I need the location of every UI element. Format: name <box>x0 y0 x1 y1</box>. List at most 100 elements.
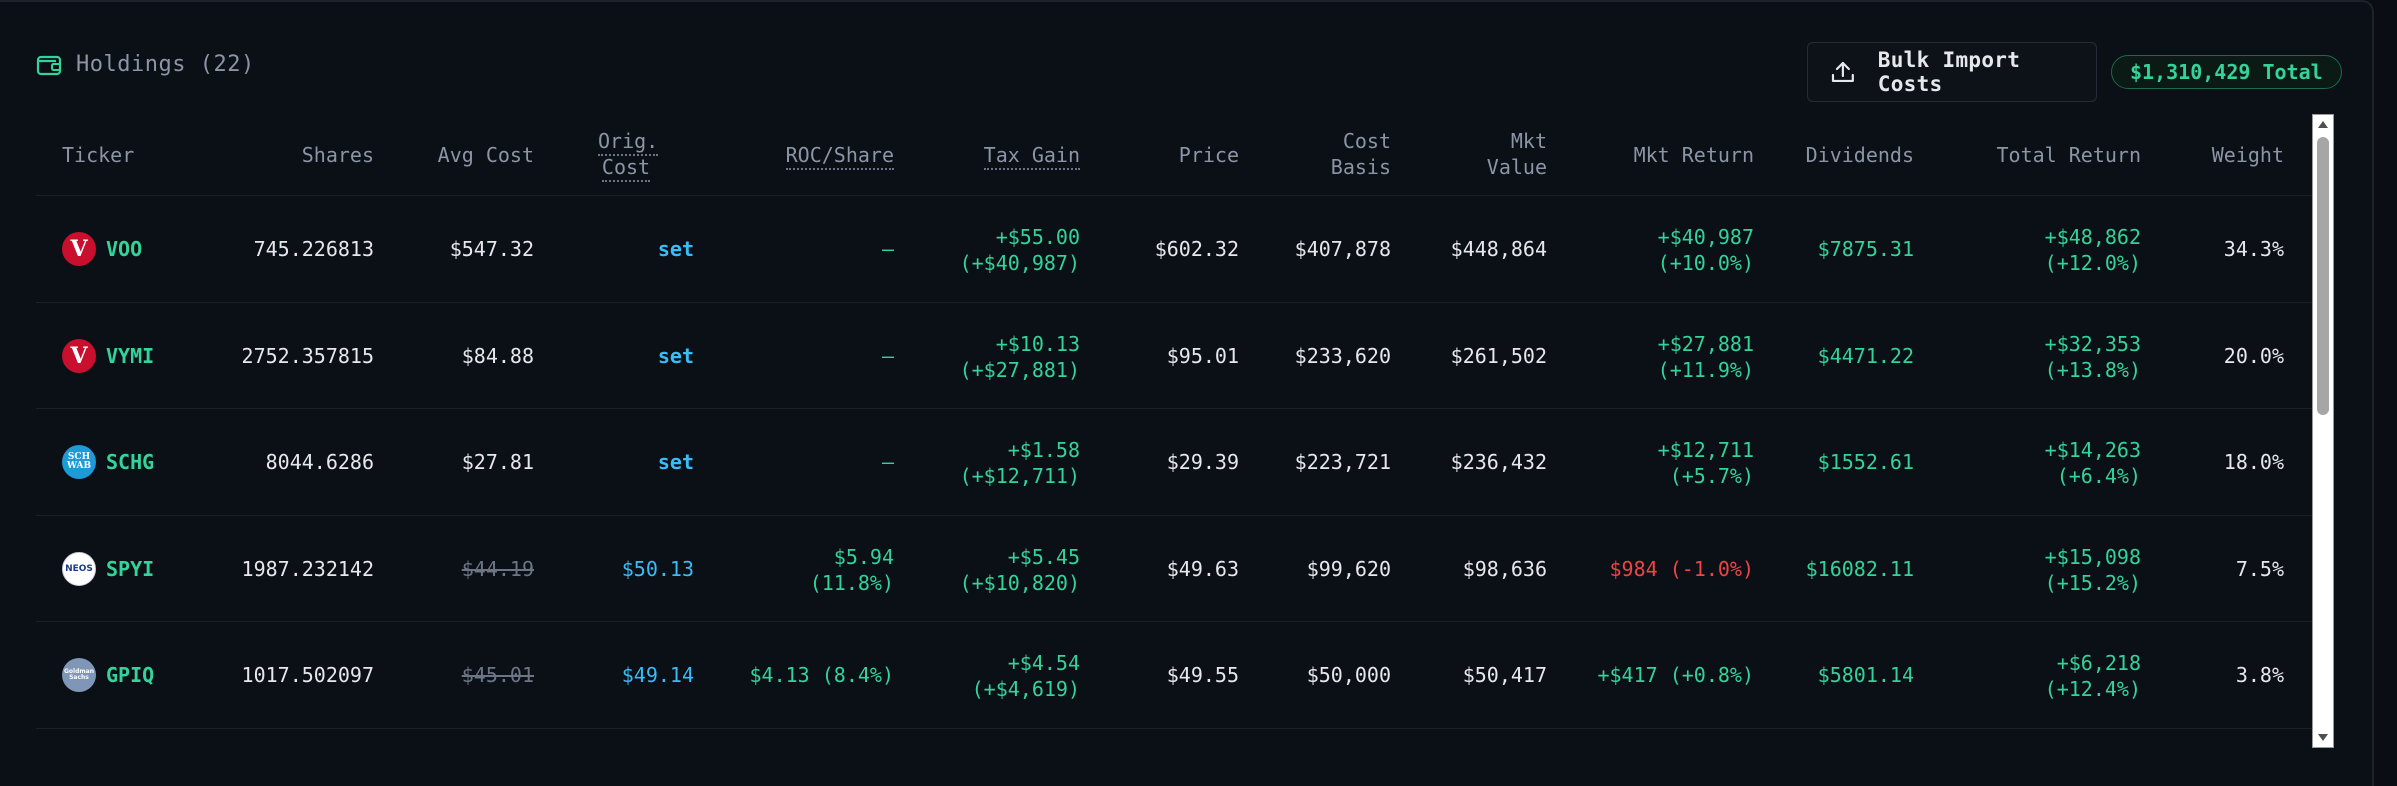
total-return-value: +$48,862 (+12.0%) <box>2045 224 2141 276</box>
cost-basis-value: $407,878 <box>1294 237 1391 261</box>
roc-share-value: — <box>882 343 894 369</box>
orig-cost-value[interactable]: set <box>658 236 694 262</box>
ticker-symbol[interactable]: GPIQ <box>106 663 154 687</box>
tax-gain-value: +$55.00 (+$40,987) <box>960 224 1080 276</box>
total-return-percent: (+12.0%) <box>2044 251 2141 275</box>
vertical-scrollbar[interactable] <box>2312 114 2334 748</box>
mkt-return-amount: +$12,711 <box>1657 438 1754 462</box>
ticker-cell[interactable]: V VOO <box>62 232 142 266</box>
price-value: $49.55 <box>1166 663 1239 687</box>
orig-cost-value[interactable]: set <box>658 449 694 475</box>
mkt-return-amount: +$27,881 <box>1657 331 1754 356</box>
mkt-return-value: +$12,711 (+5.7%) <box>1658 437 1754 489</box>
shares-value: 2752.357815 <box>241 343 374 368</box>
price-value: $29.39 <box>1166 450 1239 474</box>
tax-gain-per-share: +$1.58 <box>1007 438 1080 462</box>
roc-amount: — <box>881 450 894 474</box>
tax-gain-per-share: +$55.00 <box>995 225 1080 249</box>
mkt-return-amount: +$40,987 <box>1657 225 1754 249</box>
total-return-amount: +$15,098 <box>2044 544 2141 569</box>
total-return-percent: (+6.4%) <box>2056 464 2141 488</box>
bulk-import-costs-button[interactable]: Bulk Import Costs <box>1807 42 2097 102</box>
total-return-value: +$6,218 (+12.4%) <box>2045 650 2141 702</box>
table-row[interactable]: V VYMI 2752.357815 $84.88 set — +$10.13 … <box>36 303 2316 409</box>
dividends-value: $4471.22 <box>1817 343 1914 368</box>
mkt-value-value: $448,864 <box>1450 237 1547 261</box>
col-roc-share[interactable]: ROC/Share <box>785 142 894 170</box>
mkt-return-value: +$40,987 (+10.0%) <box>1658 224 1754 276</box>
mkt-return-amount: $984 (-1.0%) <box>1609 556 1755 581</box>
scroll-up-arrow-icon[interactable] <box>2313 115 2333 133</box>
total-value-badge: $1,310,429 Total <box>2111 55 2342 89</box>
goldman-logo-icon: Goldman Sachs <box>62 658 96 692</box>
tax-gain-value: +$5.45 (+$10,820) <box>960 544 1080 596</box>
cost-basis-value: $233,620 <box>1294 343 1391 368</box>
ticker-cell[interactable]: Goldman Sachs GPIQ <box>62 658 154 692</box>
col-dividends[interactable]: Dividends <box>1806 142 1914 168</box>
col-mkt-return[interactable]: Mkt Return <box>1634 142 1754 168</box>
cost-basis-value: $99,620 <box>1306 556 1391 581</box>
col-avg-cost[interactable]: Avg Cost <box>438 142 534 168</box>
price-value: $95.01 <box>1166 343 1239 368</box>
roc-amount: — <box>881 237 894 261</box>
col-ticker[interactable]: Ticker <box>62 142 134 168</box>
total-return-amount: +$32,353 <box>2044 331 2141 356</box>
scrollbar-thumb[interactable] <box>2317 137 2329 415</box>
col-mkt-value[interactable]: Mkt Value <box>1487 128 1547 180</box>
col-price[interactable]: Price <box>1179 142 1239 168</box>
ticker-cell[interactable]: SCH WAB SCHG <box>62 445 154 479</box>
bulk-import-label: Bulk Import Costs <box>1877 48 2021 96</box>
orig-cost-value[interactable]: $49.14 <box>622 662 694 688</box>
col-cost-basis-line1: Cost <box>1342 129 1391 153</box>
price-value: $602.32 <box>1154 237 1239 261</box>
ticker-cell[interactable]: V VYMI <box>62 338 154 373</box>
shares-value: 745.226813 <box>253 237 374 261</box>
schwab-logo-icon: SCH WAB <box>62 445 96 479</box>
col-orig-cost[interactable]: Orig. Cost <box>598 128 659 182</box>
mkt-return-value: $984 (-1.0%) <box>1610 556 1755 582</box>
price-value: $49.63 <box>1166 556 1239 581</box>
weight-value: 18.0% <box>2223 450 2284 474</box>
holdings-panel: Holdings (22) Bulk Import Costs $1,310,4… <box>0 0 2374 786</box>
ticker-symbol[interactable]: VYMI <box>106 344 154 368</box>
col-mkt-value-line1: Mkt <box>1510 129 1547 153</box>
col-weight[interactable]: Weight <box>2212 142 2284 168</box>
weight-value: 20.0% <box>2223 343 2284 368</box>
tax-gain-total: (+$10,820) <box>959 570 1080 595</box>
avg-cost-value: $44.19 <box>461 556 534 581</box>
table-row[interactable]: V VOO 745.226813 $547.32 set — +$55.00 (… <box>36 196 2316 303</box>
ticker-cell[interactable]: NEOS SPYI <box>62 551 154 586</box>
table-row[interactable]: Goldman Sachs GPIQ 1017.502097 $45.01 $4… <box>36 622 2316 729</box>
dividends-value: $16082.11 <box>1805 556 1914 581</box>
scroll-down-arrow-icon[interactable] <box>2313 729 2333 747</box>
orig-cost-value[interactable]: set <box>658 343 694 369</box>
shares-value: 8044.6286 <box>265 450 374 474</box>
ticker-symbol[interactable]: SPYI <box>106 557 154 581</box>
col-shares[interactable]: Shares <box>302 142 374 168</box>
mkt-value-value: $261,502 <box>1450 343 1547 368</box>
tax-gain-per-share: +$10.13 <box>995 331 1080 356</box>
holdings-title: Holdings (22) <box>76 52 255 77</box>
shares-value: 1017.502097 <box>241 663 374 687</box>
avg-cost-value: $27.81 <box>461 450 534 474</box>
mkt-return-percent: (+5.7%) <box>1669 464 1754 488</box>
total-return-value: +$14,263 (+6.4%) <box>2045 437 2141 489</box>
mkt-return-percent: (+10.0%) <box>1657 251 1754 275</box>
ticker-symbol[interactable]: VOO <box>106 237 142 261</box>
total-return-value: +$32,353 (+13.8%) <box>2045 331 2141 383</box>
upload-icon <box>1831 61 1854 83</box>
ticker-symbol[interactable]: SCHG <box>106 450 154 474</box>
orig-cost-value[interactable]: $50.13 <box>622 556 694 582</box>
mkt-return-value: +$417 (+0.8%) <box>1597 662 1754 688</box>
col-tax-gain[interactable]: Tax Gain <box>983 142 1080 170</box>
total-return-percent: (+15.2%) <box>2044 570 2141 595</box>
table-row[interactable]: NEOS SPYI 1987.232142 $44.19 $50.13 $5.9… <box>36 516 2316 622</box>
vanguard-logo-icon: V <box>62 232 96 266</box>
table-row[interactable]: SCH WAB SCHG 8044.6286 $27.81 set — +$1.… <box>36 409 2316 516</box>
roc-percent: (11.8%) <box>809 570 894 595</box>
weight-value: 34.3% <box>2223 237 2284 261</box>
col-total-return[interactable]: Total Return <box>1997 142 2142 168</box>
holdings-header: Holdings (22) <box>36 52 255 77</box>
col-cost-basis[interactable]: Cost Basis <box>1331 128 1391 180</box>
col-orig-cost-line2: Cost <box>601 155 651 182</box>
